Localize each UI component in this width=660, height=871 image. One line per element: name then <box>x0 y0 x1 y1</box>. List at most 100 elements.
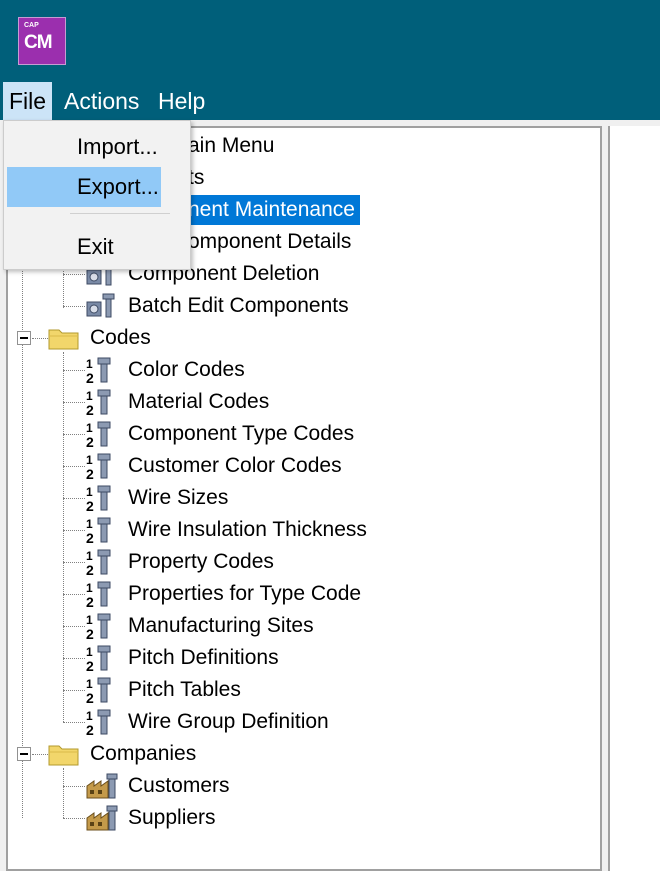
svg-text:2: 2 <box>86 370 94 384</box>
tree-item-color-codes[interactable]: 1 2 Color Codes <box>85 355 600 385</box>
code-definition-icon: 12 <box>86 517 111 544</box>
svg-text:1: 1 <box>86 357 93 371</box>
menu-actions[interactable]: Actions <box>58 82 145 120</box>
tree-line <box>63 768 64 818</box>
tree-item-suppliers[interactable]: Suppliers <box>85 803 600 833</box>
tree-item-label: Wire Insulation Thickness <box>128 518 367 541</box>
svg-text:1: 1 <box>86 517 93 531</box>
code-definition-icon: 12 <box>86 357 111 384</box>
code-definition-icon: 12 <box>86 485 111 512</box>
code-definition-icon: 12 <box>86 581 111 608</box>
svg-text:2: 2 <box>86 690 94 704</box>
tree-item-label: Material Codes <box>128 390 270 413</box>
svg-text:1: 1 <box>86 389 93 403</box>
tree-line <box>63 626 85 627</box>
tree-line <box>63 594 85 595</box>
tree-line <box>63 352 64 722</box>
collapse-codes-button[interactable] <box>17 331 31 345</box>
tree-item-batch-edit-components[interactable]: Batch Edit Components <box>85 291 600 321</box>
code-definition-icon: 12 <box>86 613 111 640</box>
tree-item-label: Component Type Codes <box>128 422 355 445</box>
tree-line <box>63 434 85 435</box>
tree-item-manufacturing-sites[interactable]: 1 2 Manufacturing Sites <box>85 611 600 641</box>
tree-line <box>63 530 85 531</box>
tree-item-material-codes[interactable]: 1 2 Material Codes <box>85 387 600 417</box>
tree-line <box>63 306 85 307</box>
app-logo: CAP CM <box>18 17 66 65</box>
folder-icon <box>48 745 79 766</box>
tree-item-label: Pitch Tables <box>128 678 241 701</box>
tree-line <box>32 754 48 755</box>
app-logo-small-text: CAP <box>24 22 39 29</box>
tree-item-main-menu[interactable]: ain Menu <box>188 131 388 161</box>
tree-line <box>63 370 85 371</box>
tree-item-label: Manufacturing Sites <box>128 614 314 637</box>
tree-item-label: Property Codes <box>128 550 274 573</box>
svg-text:1: 1 <box>86 581 93 595</box>
svg-text:1: 1 <box>86 549 93 563</box>
svg-text:1: 1 <box>86 613 93 627</box>
tree-folder-companies[interactable]: Companies <box>47 739 447 769</box>
menu-item-exit[interactable]: Exit <box>7 227 161 267</box>
tree-item-label: Customers <box>128 774 230 797</box>
tree-folder-label: Codes <box>90 326 151 349</box>
tree-line <box>63 690 85 691</box>
tree-item-property-codes[interactable]: 1 2 Property Codes <box>85 547 600 577</box>
tree-item-label-clipped: omponent Details <box>188 230 352 253</box>
svg-text:2: 2 <box>86 626 94 640</box>
tree-item-wire-insulation-thickness[interactable]: 1 2 Wire Insulation Thickness <box>85 515 600 545</box>
tree-line <box>63 498 85 499</box>
svg-text:2: 2 <box>86 594 94 608</box>
tree-folder-label: Companies <box>90 742 197 765</box>
tree-item-customers[interactable]: Customers <box>85 771 600 801</box>
factory-icon <box>86 773 118 799</box>
tree-item-component-maintenance[interactable]: nent Maintenance <box>188 195 370 225</box>
svg-text:2: 2 <box>86 402 94 416</box>
tree-folder-codes[interactable]: Codes <box>47 323 447 353</box>
tree-item-label: Color Codes <box>128 358 245 381</box>
svg-text:2: 2 <box>86 722 94 736</box>
menu-help[interactable]: Help <box>152 82 211 120</box>
svg-text:2: 2 <box>86 434 94 448</box>
tree-item-label-clipped: nent Maintenance <box>188 195 360 225</box>
code-definition-icon: 12 <box>86 709 111 736</box>
collapse-companies-button[interactable] <box>17 747 31 761</box>
svg-text:1: 1 <box>86 453 93 467</box>
tree-line <box>63 658 85 659</box>
svg-text:2: 2 <box>86 530 94 544</box>
tree-item-properties-for-type-code[interactable]: 1 2 Properties for Type Code <box>85 579 600 609</box>
tree-item-component-type-codes[interactable]: 1 2 Component Type Codes <box>85 419 600 449</box>
tree-line <box>63 274 85 275</box>
tree-item-label: Suppliers <box>128 806 216 829</box>
file-menu-dropdown: Import... Export... Exit <box>3 120 191 270</box>
tree-item-wire-sizes[interactable]: 1 2 Wire Sizes <box>85 483 600 513</box>
svg-text:1: 1 <box>86 485 93 499</box>
tree-item-wire-group-definition[interactable]: 1 2 Wire Group Definition <box>85 707 600 737</box>
code-definition-icon: 12 <box>86 677 111 704</box>
tree-line <box>63 786 85 787</box>
menu-separator <box>70 213 170 214</box>
tree-line <box>32 338 48 339</box>
code-definition-icon: 12 <box>86 389 111 416</box>
tree-item-label: Customer Color Codes <box>128 454 342 477</box>
factory-icon <box>86 805 118 831</box>
tree-item-components[interactable]: ts <box>188 163 388 193</box>
menu-file[interactable]: File <box>3 82 53 120</box>
tree-item-pitch-definitions[interactable]: 1 2 Pitch Definitions <box>85 643 600 673</box>
tree-item-label: Properties for Type Code <box>128 582 362 605</box>
tree-item-label: Wire Sizes <box>128 486 229 509</box>
tree-line <box>63 562 85 563</box>
tree-line <box>63 818 85 819</box>
menu-item-import[interactable]: Import... <box>7 127 161 167</box>
menu-item-export[interactable]: Export... <box>7 167 161 207</box>
svg-text:2: 2 <box>86 658 94 672</box>
folder-icon <box>48 329 79 350</box>
title-bar: CAP CM <box>0 0 660 82</box>
tree-item-pitch-tables[interactable]: 1 2 Pitch Tables <box>85 675 600 705</box>
tree-item-customer-color-codes[interactable]: 1 2 Customer Color Codes <box>85 451 600 481</box>
svg-text:2: 2 <box>86 466 94 480</box>
svg-text:1: 1 <box>86 709 93 723</box>
tree-item-component-details[interactable]: omponent Details <box>188 227 388 257</box>
svg-text:2: 2 <box>86 562 94 576</box>
tree-line <box>63 466 85 467</box>
